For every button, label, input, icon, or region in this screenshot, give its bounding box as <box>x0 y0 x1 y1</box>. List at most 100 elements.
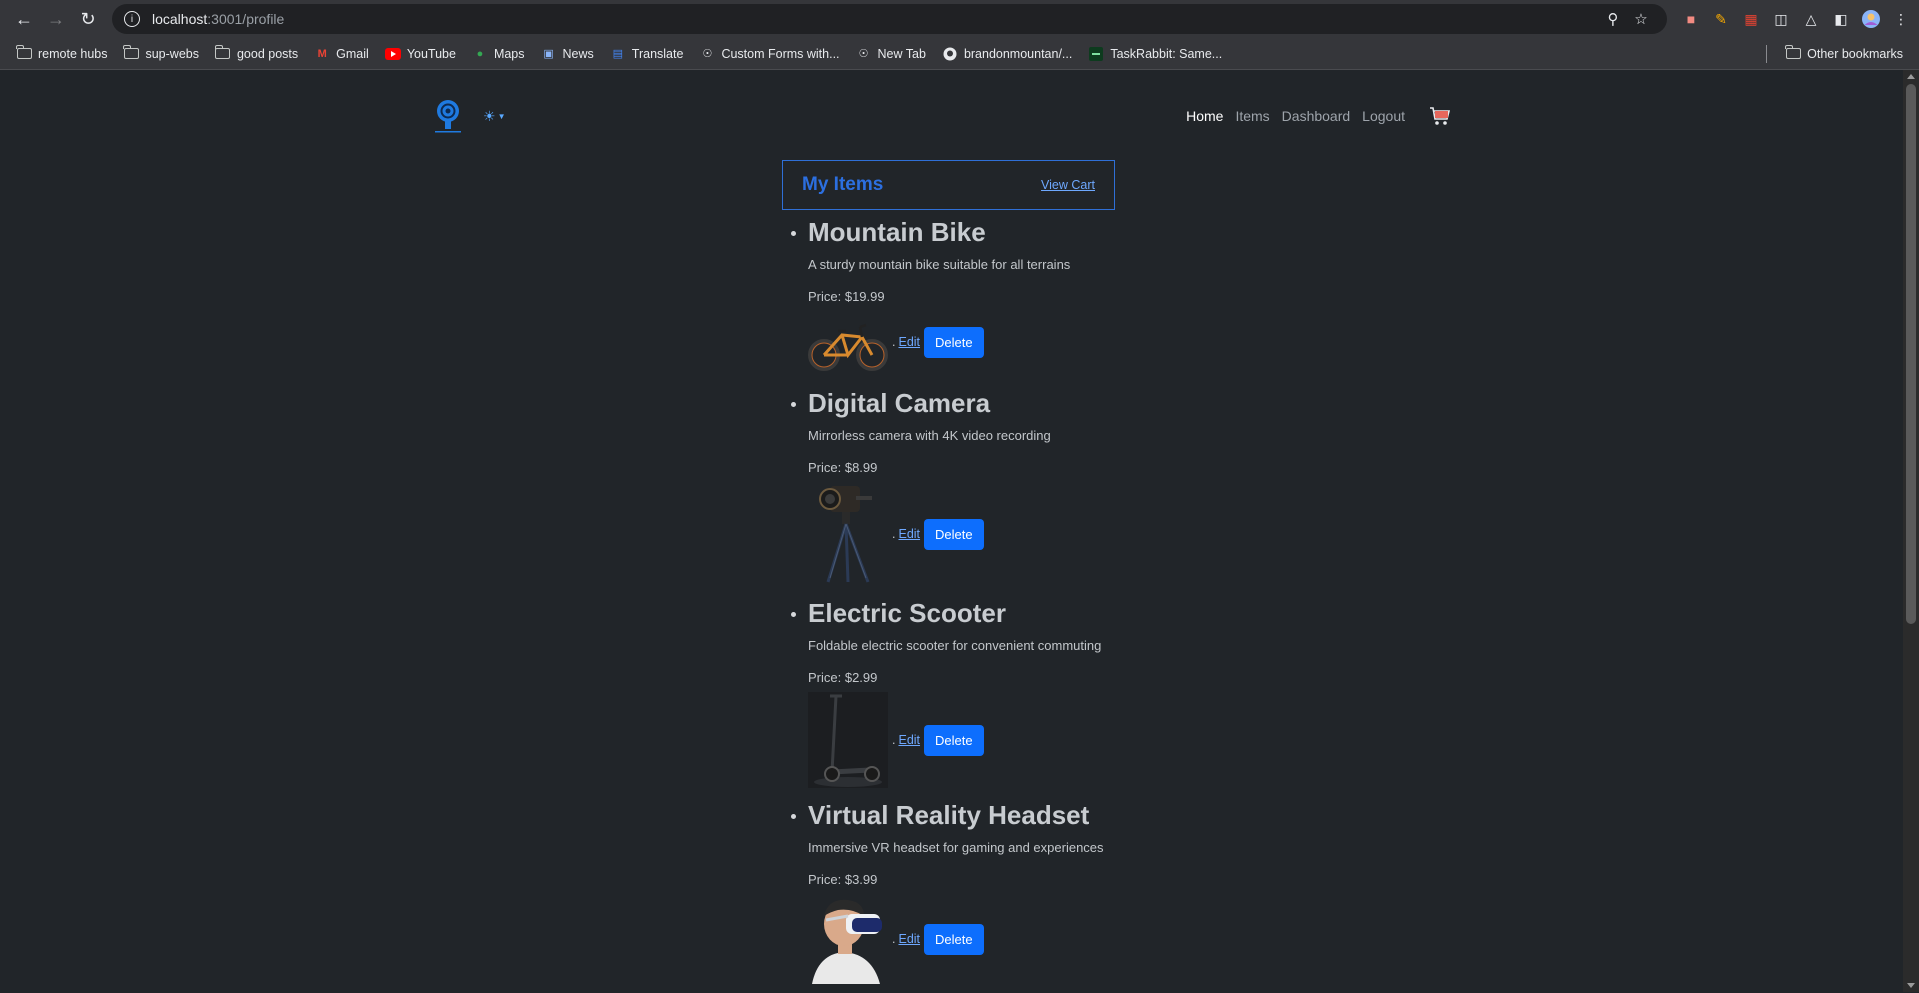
vr-headset-image <box>812 899 882 984</box>
translate-icon: ▤ <box>612 48 623 60</box>
scrollbar-thumb[interactable] <box>1906 84 1916 624</box>
nav-logout[interactable]: Logout <box>1356 108 1411 124</box>
bookmark-github[interactable]: brandonmountan/... <box>934 41 1080 67</box>
item-actions: Edit Delete <box>808 692 1282 788</box>
github-icon <box>942 47 958 61</box>
scroll-down-arrow-icon[interactable] <box>1907 983 1915 988</box>
bookmark-new-tab[interactable]: ☉ New Tab <box>848 41 934 67</box>
taskrabbit-icon <box>1088 46 1104 61</box>
bookmark-taskrabbit[interactable]: TaskRabbit: Same... <box>1080 41 1230 67</box>
item-description: A sturdy mountain bike suitable for all … <box>808 257 1071 272</box>
bullet <box>791 612 796 617</box>
bookmark-label: sup-webs <box>145 46 199 61</box>
bookmark-news[interactable]: ▣ News <box>533 41 602 67</box>
bookmark-label: Gmail <box>336 46 369 61</box>
shopping-cart-icon[interactable] <box>1429 106 1451 126</box>
folder-icon <box>1785 45 1801 61</box>
edit-link[interactable]: Edit <box>892 733 920 747</box>
theme-toggle[interactable]: ☀ ▼ <box>483 108 505 125</box>
globe-icon: ☉ <box>858 48 869 60</box>
zoom-icon[interactable]: ⚲ <box>1599 10 1627 28</box>
chevron-down-icon: ▼ <box>497 111 506 121</box>
bookmark-remote-hubs[interactable]: remote hubs <box>8 41 115 67</box>
bookmark-label: YouTube <box>406 46 456 61</box>
scroll-up-arrow-icon[interactable] <box>1907 74 1915 79</box>
item-name: Electric Scooter <box>808 598 1006 628</box>
browser-menu-icon[interactable]: ⋮ <box>1891 9 1911 29</box>
item-description: Mirrorless camera with 4K video recordin… <box>808 428 1051 443</box>
bookmark-label: TaskRabbit: Same... <box>1110 46 1223 61</box>
view-cart-link[interactable]: View Cart <box>1041 178 1095 192</box>
item-description: Foldable electric scooter for convenient… <box>808 638 1102 653</box>
nav-items[interactable]: Items <box>1229 108 1275 124</box>
page-scrollbar[interactable] <box>1903 70 1919 992</box>
item-name: Digital Camera <box>808 388 991 418</box>
address-bar[interactable]: i localhost:3001/profile ⚲ ☆ <box>112 4 1667 34</box>
page-viewport: ☀ ▼ Home Items Dashboard Logout My Items… <box>0 70 1919 992</box>
forward-arrow-icon[interactable]: → <box>40 3 72 35</box>
nav-dashboard[interactable]: Dashboard <box>1276 108 1357 124</box>
edit-link[interactable]: Edit <box>892 527 920 541</box>
todoist-extension-icon[interactable]: ▦ <box>1741 9 1761 29</box>
extensions-puzzle-icon[interactable]: ◫ <box>1771 9 1791 29</box>
folder-icon <box>214 45 231 61</box>
bookmarks-divider <box>1766 44 1768 63</box>
item-description: Immersive VR headset for gaming and expe… <box>808 840 1104 855</box>
delete-button[interactable]: Delete <box>924 724 984 756</box>
folder-icon <box>123 45 139 61</box>
list-item: Mountain Bike A sturdy mountain bike sui… <box>782 215 1282 386</box>
item-actions: Edit Delete <box>808 482 1282 586</box>
page-title: My Items <box>802 174 884 195</box>
reload-icon[interactable]: ↻ <box>72 3 104 35</box>
bookmark-youtube[interactable]: YouTube <box>377 41 464 67</box>
youtube-icon <box>384 47 401 61</box>
nav-home[interactable]: Home <box>1180 108 1229 124</box>
bookmark-translate[interactable]: ▤ Translate <box>602 41 692 67</box>
edit-link[interactable]: Edit <box>892 932 920 946</box>
item-actions: Edit Delete <box>808 311 1282 373</box>
list-item: Electric Scooter Foldable electric scoot… <box>782 596 1282 798</box>
bookmark-good-posts[interactable]: good posts <box>207 41 306 67</box>
profile-avatar-icon[interactable] <box>1861 9 1881 29</box>
bookmark-label: Translate <box>631 46 684 61</box>
bookmarks-bar: remote hubs sup-webs good posts M Gmail Y… <box>0 38 1919 70</box>
side-panel-icon[interactable]: ◧ <box>1831 9 1851 29</box>
gmail-icon: M <box>317 47 327 60</box>
bookmark-label: New Tab <box>877 46 926 61</box>
maps-icon: ● <box>476 47 484 60</box>
bookmark-gmail[interactable]: M Gmail <box>306 41 377 67</box>
list-item: Virtual Reality Headset Immersive VR hea… <box>782 798 1282 984</box>
extension-badge-icon[interactable]: ■ <box>1681 9 1701 29</box>
labs-flask-icon[interactable]: △ <box>1801 9 1821 29</box>
folder-icon <box>16 45 32 61</box>
bookmark-label: News <box>562 46 594 61</box>
back-arrow-icon[interactable]: ← <box>8 3 40 35</box>
other-bookmarks-label: Other bookmarks <box>1807 46 1903 61</box>
bookmark-label: Maps <box>493 46 525 61</box>
my-items-header: My Items View Cart <box>782 160 1115 210</box>
bullet <box>791 814 796 819</box>
url-text[interactable]: localhost:3001/profile <box>152 11 1599 27</box>
edit-link[interactable]: Edit <box>892 335 920 349</box>
item-name: Virtual Reality Headset <box>808 800 1090 830</box>
list-item: Digital Camera Mirrorless camera with 4K… <box>782 386 1282 596</box>
pencil-extension-icon[interactable]: ✎ <box>1711 9 1731 29</box>
item-price: Price: $8.99 <box>808 460 878 475</box>
news-icon: ▣ <box>543 48 554 60</box>
bookmark-star-icon[interactable]: ☆ <box>1627 10 1655 28</box>
site-info-icon[interactable]: i <box>124 11 140 27</box>
bookmark-label: Custom Forms with... <box>721 46 840 61</box>
url-host: localhost <box>152 11 208 27</box>
item-price: Price: $3.99 <box>808 872 878 887</box>
lightbulb-logo-icon[interactable] <box>433 97 463 135</box>
bookmark-maps[interactable]: ● Maps <box>464 41 533 67</box>
delete-button[interactable]: Delete <box>924 518 984 550</box>
bookmark-sup-webs[interactable]: sup-webs <box>115 41 207 67</box>
delete-button[interactable]: Delete <box>924 326 984 358</box>
delete-button[interactable]: Delete <box>924 923 984 955</box>
item-name: Mountain Bike <box>808 217 986 247</box>
nav-links: Home Items Dashboard Logout <box>1180 106 1457 126</box>
site-navbar: ☀ ▼ Home Items Dashboard Logout <box>433 98 1457 134</box>
other-bookmarks[interactable]: Other bookmarks <box>1777 41 1911 67</box>
bookmark-custom-forms[interactable]: ☉ Custom Forms with... <box>691 41 847 67</box>
